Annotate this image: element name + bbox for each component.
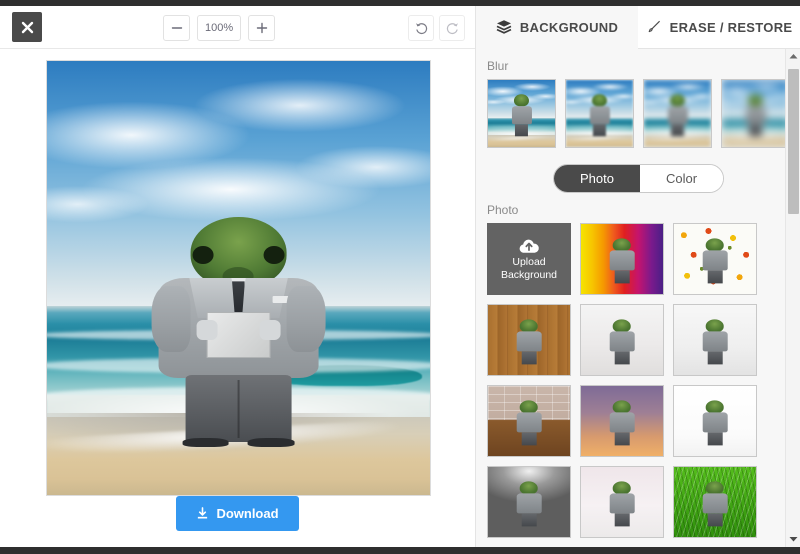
upload-label-line1: Upload (512, 255, 546, 268)
zoom-controls: 100% (163, 15, 276, 41)
upload-background-button[interactable]: Upload Background (487, 223, 571, 295)
bg-thumb-brick-wall[interactable] (487, 385, 571, 457)
mode-photo-option[interactable]: Photo (553, 165, 640, 192)
blur-thumb-none[interactable] (487, 79, 556, 148)
right-hand (259, 320, 281, 341)
close-button[interactable] (12, 12, 42, 42)
scrollbar-thumb[interactable] (788, 69, 799, 214)
mode-color-option[interactable]: Color (639, 165, 724, 192)
editor-toolbar: 100% (0, 6, 475, 49)
zoom-in-button[interactable] (248, 15, 276, 41)
download-row: Download (0, 496, 475, 531)
image-canvas[interactable] (46, 60, 431, 496)
panel-scrollbar[interactable] (785, 49, 800, 547)
blur-thumbnails (476, 79, 800, 148)
bg-thumb-sunset-gradient[interactable] (580, 385, 664, 457)
tab-erase-restore[interactable]: ERASE / RESTORE (638, 6, 800, 49)
mode-toggle: Photo Color (552, 164, 725, 193)
subject-figure (151, 217, 326, 448)
chevron-down-icon (789, 537, 798, 542)
right-eye (263, 245, 285, 264)
redo-icon (446, 22, 458, 34)
history-controls (408, 15, 465, 41)
brush-icon (648, 20, 660, 33)
left-hand (196, 320, 218, 341)
layers-icon (496, 20, 512, 34)
bg-thumb-rainbow-stripes[interactable] (580, 223, 664, 295)
cloud-upload-icon (519, 239, 539, 253)
redo-button[interactable] (439, 15, 465, 41)
download-icon (198, 507, 208, 519)
blur-thumb-medium[interactable] (643, 79, 712, 148)
tab-background-label: BACKGROUND (519, 19, 619, 35)
download-button-label: Download (216, 506, 279, 521)
zoom-out-button[interactable] (163, 15, 190, 41)
trouser-seam (237, 380, 240, 439)
suit-trousers (182, 374, 295, 448)
bg-thumb-spotlight-grey[interactable] (487, 466, 571, 538)
scroll-up-arrow[interactable] (786, 49, 800, 64)
blur-section-label: Blur (487, 59, 509, 73)
scroll-down-arrow[interactable] (786, 532, 800, 547)
photo-section-label: Photo (487, 203, 519, 217)
left-arm (151, 286, 191, 353)
bg-thumb-studio-grey[interactable] (580, 304, 664, 376)
tab-erase-restore-label: ERASE / RESTORE (669, 19, 793, 35)
panel-content: Blur Photo Color Photo Upload Background (476, 49, 800, 547)
mode-toggle-wrap: Photo Color (476, 164, 800, 193)
suit-jacket (151, 278, 326, 379)
tab-background[interactable]: BACKGROUND (476, 6, 638, 49)
bg-thumb-floral-pattern[interactable] (673, 223, 757, 295)
zoom-level-display[interactable]: 100% (197, 15, 242, 41)
upload-label-line2: Background (500, 269, 558, 281)
chevron-up-icon (789, 54, 798, 59)
right-arm (286, 286, 326, 353)
minus-icon (171, 27, 182, 29)
composite-artwork (47, 61, 430, 495)
undo-button[interactable] (408, 15, 434, 41)
image-editor-app: 100% Download BACKGROUND ERASE / RESTORE… (0, 6, 800, 547)
undo-icon (415, 22, 427, 34)
bg-thumb-green-grass[interactable] (673, 466, 757, 538)
bg-thumb-wood-planks[interactable] (487, 304, 571, 376)
bg-thumb-studio-light[interactable] (673, 304, 757, 376)
photo-background-grid: Upload Background (476, 223, 800, 538)
bg-thumb-white-room[interactable] (673, 385, 757, 457)
left-shoe (182, 437, 229, 448)
close-icon (21, 21, 33, 33)
blur-thumb-high[interactable] (721, 79, 790, 148)
canvas-area: Download (0, 49, 475, 547)
bg-thumb-pale-interior[interactable] (580, 466, 664, 538)
right-shoe (248, 437, 295, 448)
blur-thumb-low[interactable] (565, 79, 634, 148)
download-button[interactable]: Download (176, 496, 299, 531)
background-panel: BACKGROUND ERASE / RESTORE Blur Photo Co… (475, 6, 800, 547)
editor-area: 100% Download (0, 6, 475, 547)
plus-icon (256, 22, 267, 34)
left-eye (192, 245, 214, 264)
panel-tabs: BACKGROUND ERASE / RESTORE (476, 6, 800, 49)
